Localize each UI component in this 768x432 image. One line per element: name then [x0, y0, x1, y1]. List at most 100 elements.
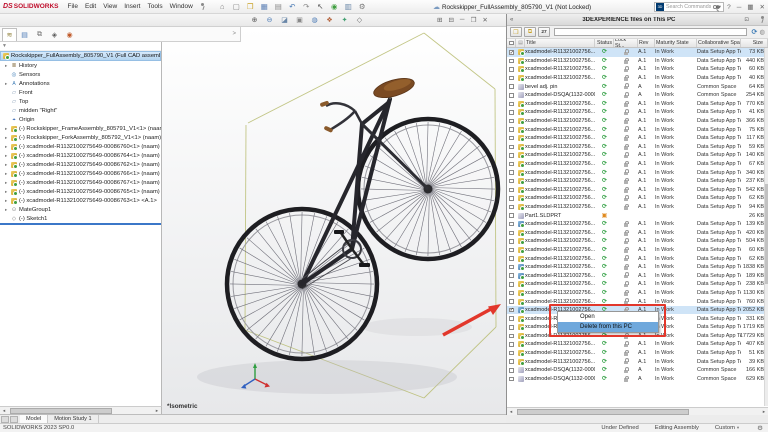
tab-overflow-chevron[interactable]: > [232, 31, 236, 37]
file-row[interactable]: xcadmodel-R11321002756...A.1In WorkData … [507, 357, 768, 366]
file-row[interactable]: xcadmodel-R11321002756...A.1In WorkData … [507, 280, 768, 289]
tree-item[interactable]: midden "Right" [0, 106, 161, 115]
select-icon[interactable]: ↖ [316, 2, 325, 11]
scroll-left-icon[interactable]: ◄ [0, 408, 8, 413]
file-row[interactable]: xcadmodel-R11321002756...A.1In WorkData … [507, 168, 768, 177]
tree-item[interactable]: ▸Annotations [0, 79, 161, 88]
row-checkbox[interactable] [509, 239, 514, 244]
column-header-rev[interactable]: Rev [638, 39, 655, 47]
row-checkbox[interactable] [509, 153, 514, 158]
row-checkbox[interactable] [509, 127, 514, 132]
scrollbar-thumb[interactable] [517, 409, 689, 415]
graphics-area[interactable]: *Isometric [162, 27, 506, 414]
expand-arrow-icon[interactable]: ▸ [5, 81, 9, 87]
row-checkbox[interactable] [509, 359, 514, 364]
row-checkbox[interactable] [509, 291, 514, 296]
panel-expand-icon[interactable]: ⊡ [744, 17, 749, 23]
row-checkbox[interactable] [509, 179, 514, 184]
expand-arrow-icon[interactable]: ▸ [5, 144, 9, 150]
row-checkbox[interactable] [509, 93, 514, 98]
row-checkbox[interactable] [509, 102, 514, 107]
file-row[interactable]: xcadmodel-R11321002756...A.1In WorkData … [507, 254, 768, 263]
tree-item[interactable]: ▸History [0, 61, 161, 70]
menu-edit[interactable]: Edit [85, 3, 96, 10]
expand-arrow-icon[interactable]: ▸ [5, 162, 9, 168]
doc-close-icon[interactable]: ✕ [482, 16, 487, 24]
status-gear-icon[interactable] [757, 424, 763, 432]
file-filter-input[interactable] [554, 28, 747, 36]
tree-root-item[interactable]: Rockskipper_FullAssembly_805790_V1 (Full… [0, 51, 161, 61]
row-checkbox[interactable] [509, 59, 514, 64]
minimize-icon[interactable]: ─ [737, 4, 742, 11]
expand-arrow-icon[interactable]: ▸ [5, 63, 9, 69]
file-row[interactable]: xcadmodel-R11321002756...A.1In WorkData … [507, 74, 768, 83]
filter-funnel-icon[interactable]: ▼ [2, 43, 7, 49]
row-checkbox[interactable] [509, 188, 514, 193]
file-row[interactable]: xcadmodel-R11321002756...A.1In WorkData … [507, 57, 768, 66]
menu-window[interactable]: Window [170, 3, 193, 10]
file-row[interactable]: xcadmodel-R11321002756...A.1In WorkData … [507, 203, 768, 212]
scroll-right-icon[interactable]: ► [760, 409, 768, 414]
file-row[interactable]: xcadmodel-R11321002756...A.1In WorkData … [507, 349, 768, 358]
file-row[interactable]: xcadmodel-R11321002756...A.1In WorkData … [507, 228, 768, 237]
tree-item[interactable]: ▸(-) Rockskipper_FrameAssembly_805791_V1… [0, 124, 161, 133]
row-checkbox[interactable] [509, 110, 514, 115]
user-account-icon[interactable]: ☻ [714, 4, 721, 11]
doc-bar-icon[interactable]: ─ [460, 16, 465, 24]
file-row[interactable]: bevel adj. pinAIn WorkCommon Space64 KB [507, 82, 768, 91]
column-header-lock-st-[interactable]: Lock St... [614, 39, 638, 47]
expand-arrow-icon[interactable]: ▸ [5, 198, 9, 204]
tree-item[interactable]: ▸(-) xcadmodel-R1132100275649-00086764<1… [0, 151, 161, 160]
file-row[interactable]: xcadmodel-R11321002756...A.1In WorkData … [507, 65, 768, 74]
file-row[interactable]: xcadmodel-R11321002756...A.1In WorkData … [507, 220, 768, 229]
tree-item[interactable]: ▸(-) xcadmodel-R1132100275649-00086765<1… [0, 187, 161, 196]
row-checkbox[interactable] [509, 368, 514, 373]
tree-item[interactable]: (-) Sketch1 [0, 214, 161, 223]
expand-arrow-icon[interactable]: ▸ [5, 153, 9, 159]
redo-icon[interactable]: ↷ [302, 2, 311, 11]
file-row[interactable]: xcadmodel-R11321002756...A.1In WorkData … [507, 263, 768, 272]
expand-arrow-icon[interactable]: ▸ [5, 189, 9, 195]
file-row[interactable]: xcadmodel-DSQA(1132-0000...AIn WorkCommo… [507, 366, 768, 375]
expand-arrow-icon[interactable]: ▸ [5, 180, 9, 186]
tree-item[interactable]: ▸MateGroup1 [0, 205, 161, 214]
tree-item[interactable]: ▸(-) xcadmodel-R1132100275649-00086766<1… [0, 169, 161, 178]
row-checkbox[interactable] [509, 325, 514, 330]
row-checkbox[interactable] [509, 222, 514, 227]
scroll-left-icon[interactable]: ◄ [507, 409, 515, 414]
tree-item[interactable]: ▸(-) xcadmodel-R1132100275649-00086767<1… [0, 178, 161, 187]
row-checkbox[interactable] [509, 265, 514, 270]
row-checkbox[interactable] [509, 308, 514, 313]
row-checkbox[interactable] [509, 196, 514, 201]
column-header-title[interactable]: Title [525, 39, 595, 47]
file-row[interactable]: xcadmodel-R11321002756...A.1In WorkData … [507, 186, 768, 195]
row-checkbox[interactable] [509, 342, 514, 347]
file-row[interactable]: xcadmodel-DSQA(1132-0000...AIn WorkCommo… [507, 91, 768, 100]
propertymanager-tab[interactable]: ▤ [17, 28, 32, 41]
file-row[interactable]: xcadmodel-R11321002756...A.1In WorkData … [507, 117, 768, 126]
file-row[interactable]: xcadmodel-R11321002756...A.1In WorkData … [507, 134, 768, 143]
file-row[interactable]: xcadmodel-R11321002756...A.1In WorkData … [507, 143, 768, 152]
panel-split-bar[interactable] [0, 223, 161, 225]
expand-arrow-icon[interactable]: ▸ [5, 171, 9, 177]
new-document-icon[interactable]: ▢ [232, 2, 241, 11]
items-count-button[interactable]: 27 [538, 27, 550, 37]
open-icon[interactable]: ❒ [246, 2, 255, 11]
file-row[interactable]: xcadmodel-R11321002756...A.1In WorkData … [507, 177, 768, 186]
file-row[interactable]: xcadmodel-R11321002756...A.1In WorkData … [507, 289, 768, 298]
tree-item[interactable]: Front [0, 88, 161, 97]
row-checkbox[interactable] [509, 299, 514, 304]
menu-file[interactable]: File [68, 3, 78, 10]
row-checkbox[interactable] [509, 248, 514, 253]
tree-item[interactable]: Sensors [0, 70, 161, 79]
file-row[interactable]: xcadmodel-R11321002756...A.1In WorkData … [507, 237, 768, 246]
tree-item[interactable]: Top [0, 97, 161, 106]
expand-arrow-icon[interactable]: ▸ [5, 207, 9, 213]
file-row[interactable]: xcadmodel-R11321002756...A.1In WorkData … [507, 108, 768, 117]
print-icon[interactable]: ▤ [274, 2, 283, 11]
row-checkbox[interactable] [509, 145, 514, 150]
doc-properties-icon[interactable]: ⊞ [437, 16, 442, 24]
scene-icon[interactable]: ✦ [340, 16, 349, 24]
file-row[interactable]: xcadmodel-R11321002756...A.1In WorkData … [507, 246, 768, 255]
panel-vertical-scrollbar[interactable] [764, 48, 768, 406]
